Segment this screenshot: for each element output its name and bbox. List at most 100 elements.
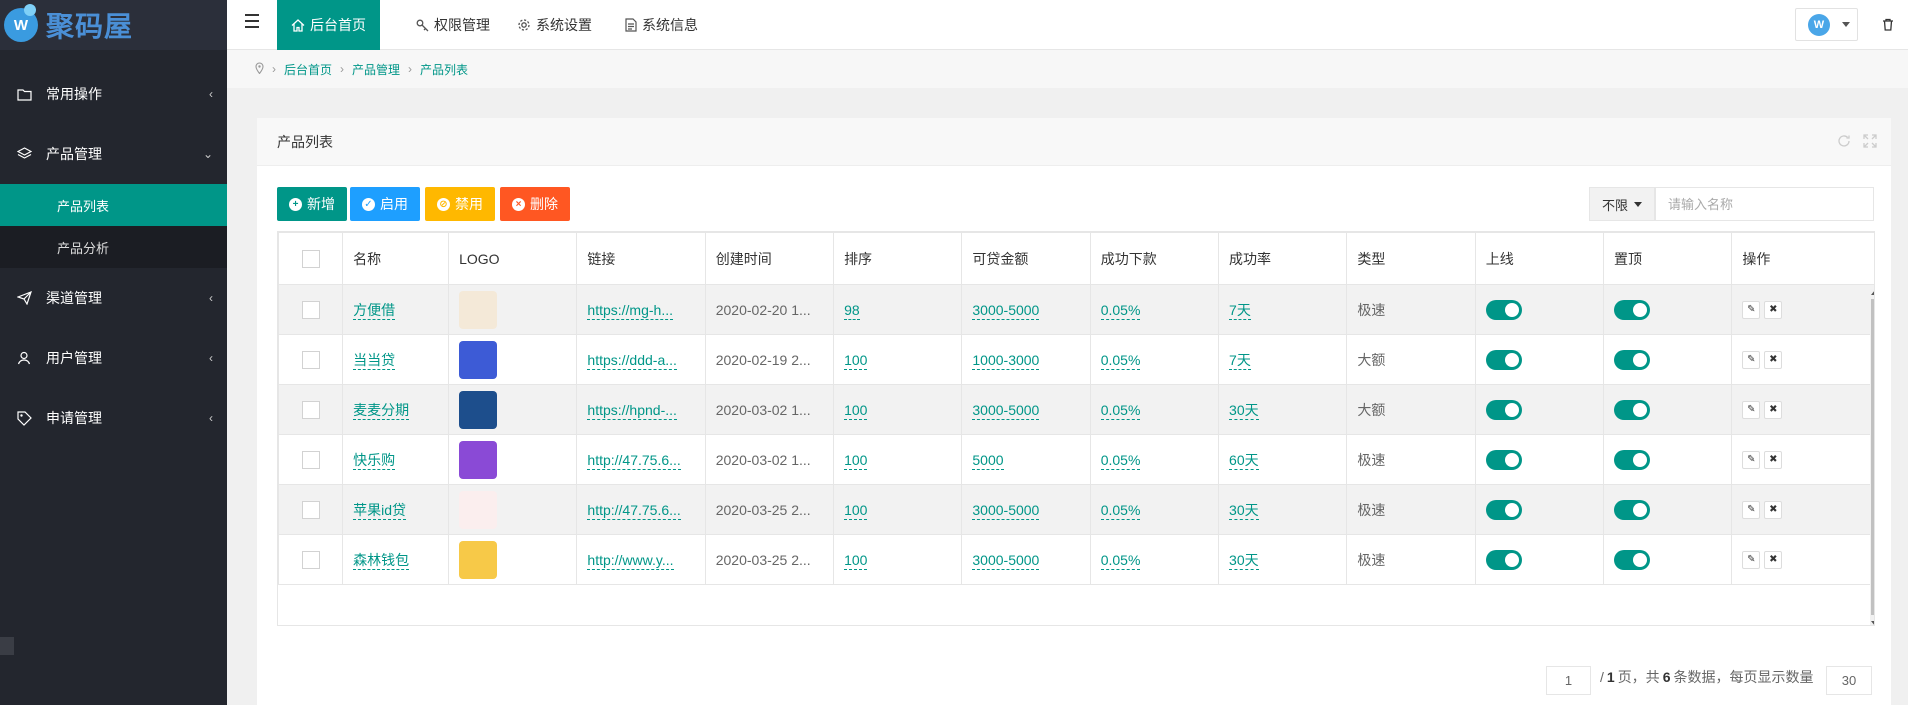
delete-icon[interactable]: ✖ bbox=[1764, 500, 1783, 519]
rate-editable[interactable]: 60天 bbox=[1229, 451, 1259, 470]
rate-editable[interactable]: 7天 bbox=[1229, 351, 1251, 370]
url-link[interactable]: https://mg-h... bbox=[587, 301, 673, 320]
row-checkbox-cell[interactable] bbox=[278, 534, 344, 585]
row-checkbox-cell[interactable] bbox=[278, 484, 344, 535]
amount-editable[interactable]: 3000-5000 bbox=[972, 551, 1040, 570]
url-link[interactable]: http://www.y... bbox=[587, 551, 674, 570]
edit-icon[interactable]: ✎ bbox=[1742, 400, 1761, 419]
disable-button[interactable]: ⊘ 禁用 bbox=[425, 187, 495, 221]
sidebar-item-channel[interactable]: 渠道管理 ‹ bbox=[0, 268, 227, 328]
tab-home[interactable]: 后台首页 bbox=[277, 0, 380, 50]
delete-icon[interactable]: ✖ bbox=[1764, 450, 1783, 469]
select-all-checkbox[interactable] bbox=[278, 232, 344, 285]
success-editable[interactable]: 0.05% bbox=[1100, 401, 1141, 420]
edit-icon[interactable]: ✎ bbox=[1742, 350, 1761, 369]
delete-button[interactable]: × 删除 bbox=[500, 187, 570, 221]
url-link[interactable]: https://hpnd-... bbox=[587, 401, 677, 420]
breadcrumb-product[interactable]: 产品管理 bbox=[352, 61, 400, 78]
user-menu[interactable]: W bbox=[1795, 8, 1858, 41]
sidebar-item-user[interactable]: 用户管理 ‹ bbox=[0, 328, 227, 388]
tab-permission[interactable]: 权限管理 bbox=[402, 0, 504, 50]
checkbox[interactable] bbox=[301, 350, 320, 369]
name-link[interactable]: 快乐购 bbox=[353, 451, 396, 470]
delete-icon[interactable]: ✖ bbox=[1764, 400, 1783, 419]
edit-icon[interactable]: ✎ bbox=[1742, 300, 1761, 319]
row-checkbox-cell[interactable] bbox=[278, 284, 344, 335]
amount-editable[interactable]: 5000 bbox=[972, 451, 1004, 470]
amount-editable[interactable]: 3000-5000 bbox=[972, 401, 1040, 420]
tab-settings[interactable]: 系统设置 bbox=[503, 0, 606, 50]
online-toggle[interactable] bbox=[1485, 299, 1522, 320]
sidebar-subitem-product-analysis[interactable]: 产品分析 bbox=[0, 226, 227, 268]
rate-editable[interactable]: 30天 bbox=[1229, 551, 1259, 570]
filter-select[interactable]: 不限 bbox=[1589, 187, 1655, 221]
checkbox[interactable] bbox=[301, 550, 320, 569]
delete-icon[interactable]: ✖ bbox=[1764, 350, 1783, 369]
sidebar-collapse-handle[interactable] bbox=[0, 637, 14, 655]
success-editable[interactable]: 0.05% bbox=[1100, 451, 1141, 470]
edit-icon[interactable]: ✎ bbox=[1742, 500, 1761, 519]
sort-editable[interactable]: 98 bbox=[844, 301, 860, 320]
logo[interactable]: W 聚码屋 bbox=[0, 0, 227, 50]
checkbox[interactable] bbox=[301, 500, 320, 519]
rate-editable[interactable]: 30天 bbox=[1229, 501, 1259, 520]
fullscreen-icon[interactable] bbox=[1863, 134, 1877, 151]
online-toggle[interactable] bbox=[1485, 449, 1522, 470]
top-toggle[interactable] bbox=[1614, 399, 1651, 420]
tab-system-info[interactable]: 系统信息 bbox=[611, 0, 712, 50]
checkbox[interactable] bbox=[301, 300, 320, 319]
checkbox[interactable] bbox=[301, 249, 320, 268]
search-input[interactable] bbox=[1655, 187, 1874, 221]
name-link[interactable]: 森林钱包 bbox=[353, 551, 410, 570]
row-checkbox-cell[interactable] bbox=[278, 384, 344, 435]
success-editable[interactable]: 0.05% bbox=[1100, 351, 1141, 370]
url-link[interactable]: http://47.75.6... bbox=[587, 501, 681, 520]
row-checkbox-cell[interactable] bbox=[278, 334, 344, 385]
amount-editable[interactable]: 3000-5000 bbox=[972, 301, 1040, 320]
online-toggle[interactable] bbox=[1485, 499, 1522, 520]
name-link[interactable]: 当当贷 bbox=[353, 351, 396, 370]
online-toggle[interactable] bbox=[1485, 349, 1522, 370]
online-toggle[interactable] bbox=[1485, 399, 1522, 420]
online-toggle[interactable] bbox=[1485, 549, 1522, 570]
scroll-down-icon[interactable] bbox=[1871, 621, 1874, 625]
checkbox[interactable] bbox=[301, 400, 320, 419]
edit-icon[interactable]: ✎ bbox=[1742, 450, 1761, 469]
sidebar-item-common[interactable]: 常用操作 ‹ bbox=[0, 64, 227, 124]
top-toggle[interactable] bbox=[1614, 299, 1651, 320]
trash-icon[interactable] bbox=[1882, 18, 1894, 34]
breadcrumb-home[interactable]: 后台首页 bbox=[284, 61, 332, 78]
delete-icon[interactable]: ✖ bbox=[1764, 550, 1783, 569]
rate-editable[interactable]: 30天 bbox=[1229, 401, 1259, 420]
success-editable[interactable]: 0.05% bbox=[1100, 501, 1141, 520]
add-button[interactable]: + 新增 bbox=[277, 187, 347, 221]
sort-editable[interactable]: 100 bbox=[844, 351, 868, 370]
menu-toggle-icon[interactable] bbox=[245, 14, 259, 28]
success-editable[interactable]: 0.05% bbox=[1100, 551, 1141, 570]
sidebar-item-apply[interactable]: 申请管理 ‹ bbox=[0, 388, 227, 448]
page-number-input[interactable]: 1 bbox=[1546, 666, 1591, 695]
name-link[interactable]: 方便借 bbox=[353, 301, 396, 320]
url-link[interactable]: http://47.75.6... bbox=[587, 451, 681, 470]
checkbox[interactable] bbox=[301, 450, 320, 469]
rate-editable[interactable]: 7天 bbox=[1229, 301, 1251, 320]
sort-editable[interactable]: 100 bbox=[844, 551, 868, 570]
top-toggle[interactable] bbox=[1614, 549, 1651, 570]
success-editable[interactable]: 0.05% bbox=[1100, 301, 1141, 320]
amount-editable[interactable]: 3000-5000 bbox=[972, 501, 1040, 520]
sort-editable[interactable]: 100 bbox=[844, 501, 868, 520]
delete-icon[interactable]: ✖ bbox=[1764, 300, 1783, 319]
amount-editable[interactable]: 1000-3000 bbox=[972, 351, 1040, 370]
top-toggle[interactable] bbox=[1614, 349, 1651, 370]
top-toggle[interactable] bbox=[1614, 499, 1651, 520]
sidebar-subitem-product-list[interactable]: 产品列表 bbox=[0, 184, 227, 226]
name-link[interactable]: 苹果id贷 bbox=[353, 501, 407, 520]
row-checkbox-cell[interactable] bbox=[278, 434, 344, 485]
page-size-input[interactable]: 30 bbox=[1826, 666, 1872, 695]
url-link[interactable]: https://ddd-a... bbox=[587, 351, 677, 370]
top-toggle[interactable] bbox=[1614, 449, 1651, 470]
edit-icon[interactable]: ✎ bbox=[1742, 550, 1761, 569]
refresh-icon[interactable] bbox=[1837, 134, 1851, 151]
sort-editable[interactable]: 100 bbox=[844, 451, 868, 470]
enable-button[interactable]: ✓ 启用 bbox=[350, 187, 420, 221]
